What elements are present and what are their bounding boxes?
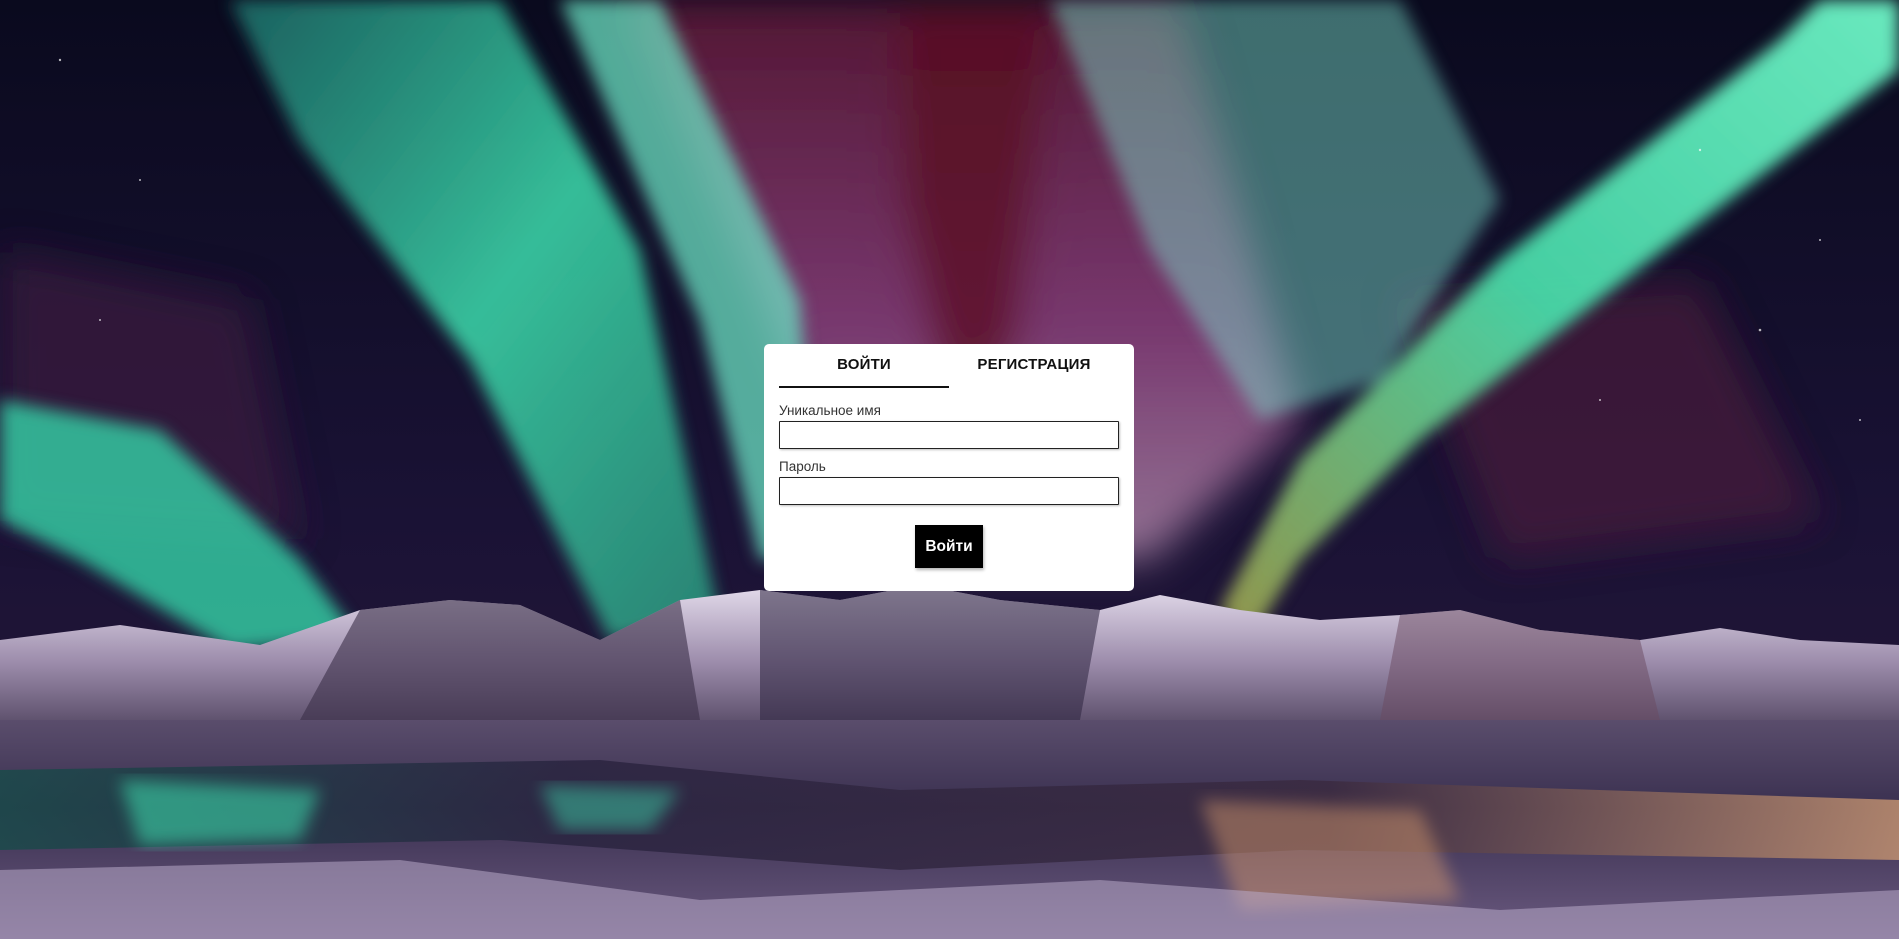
password-label: Пароль [779, 459, 826, 474]
username-label: Уникальное имя [779, 403, 881, 418]
login-card: ВОЙТИ РЕГИСТРАЦИЯ Уникальное имя Пароль … [764, 344, 1134, 591]
login-submit-button[interactable]: Войти [915, 525, 983, 568]
username-input[interactable] [779, 421, 1119, 449]
password-input[interactable] [779, 477, 1119, 505]
auth-tabs: ВОЙТИ РЕГИСТРАЦИЯ [779, 344, 1119, 388]
tab-login[interactable]: ВОЙТИ [779, 344, 949, 388]
submit-row: Войти [779, 525, 1119, 568]
tab-register[interactable]: РЕГИСТРАЦИЯ [949, 344, 1119, 388]
